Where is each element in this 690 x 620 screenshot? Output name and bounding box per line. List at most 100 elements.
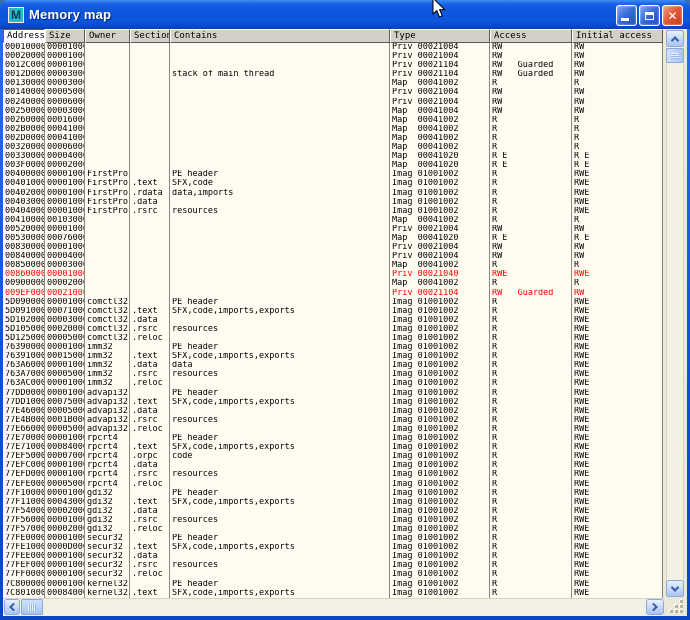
table-row[interactable]: 0090000000002000Map 00041002RR: [3, 279, 662, 288]
cell-address: 00400000: [3, 170, 45, 179]
cell-size: 00001000: [45, 61, 85, 70]
table-row[interactable]: 77EF500000007000rpcrt4.orpccodeImag 0100…: [3, 452, 662, 461]
table-row[interactable]: 0086000000001000Priv 00021040RWERWE: [3, 270, 662, 279]
column-header-contains[interactable]: Contains: [170, 29, 390, 43]
cell-section: .orpc: [130, 452, 170, 461]
cell-contains: PE header: [170, 389, 390, 398]
table-row[interactable]: 77DD100000075000advapi32.textSFX,code,im…: [3, 398, 662, 407]
column-header-type[interactable]: Type: [390, 29, 490, 43]
cell-address: 0012C000: [3, 61, 45, 70]
table-row[interactable]: 77E4600000005000advapi32.dataImag 010010…: [3, 407, 662, 416]
cell-section: [130, 161, 170, 170]
horizontal-scrollbar-track[interactable]: [3, 598, 664, 616]
vertical-scrollbar-track[interactable]: [666, 30, 684, 597]
scroll-up-button[interactable]: [666, 30, 684, 47]
table-row[interactable]: 0040400000001000FirstPro.rsrcresourcesIm…: [3, 207, 662, 216]
table-row[interactable]: 77FEE00000001000secur32.dataImag 0100100…: [3, 552, 662, 561]
close-button[interactable]: ✕: [662, 5, 683, 26]
table-row[interactable]: 0052000000001000Priv 00021004RWRW: [3, 225, 662, 234]
table-row[interactable]: 0024000000006000Priv 00021004RWRW: [3, 98, 662, 107]
cell-section: .data: [130, 461, 170, 470]
table-row[interactable]: 0084000000004000Priv 00021004RWRW: [3, 252, 662, 261]
cell-contains: [170, 79, 390, 88]
horizontal-scrollbar-thumb[interactable]: [21, 599, 43, 615]
cell-section: [130, 261, 170, 270]
table-row[interactable]: 5D09000000001000comctl32PE headerImag 01…: [3, 298, 662, 307]
minimize-button[interactable]: [616, 5, 637, 26]
table-row[interactable]: 763AC00000001000imm32.relocImag 01001002…: [3, 379, 662, 388]
table-row[interactable]: 0014000000005000Priv 00021004RWRW: [3, 88, 662, 97]
table-row[interactable]: 002B000000041000Map 00041002RR: [3, 125, 662, 134]
table-row[interactable]: 0013000000003000Map 00041002RR: [3, 79, 662, 88]
title-bar[interactable]: M Memory map ✕: [0, 0, 690, 29]
table-row[interactable]: 5D10200000003000comctl32.dataImag 010010…: [3, 316, 662, 325]
cell-owner: advapi32: [85, 389, 130, 398]
table-row[interactable]: 0026000000016000Map 00041002RR: [3, 116, 662, 125]
table-row[interactable]: 77F1100000043000gdi32.textSFX,code,impor…: [3, 498, 662, 507]
table-row[interactable]: 77EFC00000001000rpcrt4.dataImag 01001002…: [3, 461, 662, 470]
table-row[interactable]: 77FE10000000D000secur32.textSFX,code,imp…: [3, 543, 662, 552]
table-row[interactable]: 0040000000001000FirstProPE headerImag 01…: [3, 170, 662, 179]
table-row[interactable]: 77DD000000001000advapi32PE headerImag 01…: [3, 389, 662, 398]
table-row[interactable]: 7C80000000001000kernel32PE headerImag 01…: [3, 580, 662, 589]
table-row[interactable]: 0012C00000001000Priv 00021104RW GuardedR…: [3, 61, 662, 70]
table-row[interactable]: 0012D00000003000stack of main threadPriv…: [3, 70, 662, 79]
cell-type: Imag 01001002: [390, 179, 490, 188]
cell-section: [130, 70, 170, 79]
table-row[interactable]: 77FEF00000001000secur32.rsrcresourcesIma…: [3, 561, 662, 570]
cell-owner: imm32: [85, 361, 130, 370]
column-header-initial-access[interactable]: Initial access: [572, 29, 663, 43]
table-row[interactable]: 77EFD00000001000rpcrt4.rsrcresourcesImag…: [3, 470, 662, 479]
resize-grip[interactable]: [666, 598, 686, 616]
vertical-scrollbar-thumb[interactable]: [666, 48, 684, 63]
table-row[interactable]: 002D000000041000Map 00041002RR: [3, 134, 662, 143]
table-row[interactable]: 0032000000006000Map 00041002RR: [3, 143, 662, 152]
cell-access: R: [490, 116, 572, 125]
scroll-left-button[interactable]: [4, 599, 20, 615]
table-row[interactable]: 0083000000001000Priv 00021004RWRW: [3, 243, 662, 252]
table-row[interactable]: 0040100000001000FirstPro.textSFX,codeIma…: [3, 179, 662, 188]
table-row[interactable]: 0040300000001000FirstPro.dataImag 010010…: [3, 198, 662, 207]
cell-section: .rsrc: [130, 207, 170, 216]
table-row[interactable]: 7639000000001000imm32PE headerImag 01001…: [3, 343, 662, 352]
table-row[interactable]: 77FE000000001000secur32PE headerImag 010…: [3, 534, 662, 543]
table-row[interactable]: 763A700000005000imm32.rsrcresourcesImag …: [3, 370, 662, 379]
table-row[interactable]: 0053000000076000Map 00041020R ER E: [3, 234, 662, 243]
column-header-owner[interactable]: Owner: [85, 29, 130, 43]
column-header-size[interactable]: Size: [45, 29, 85, 43]
table-row[interactable]: 003F000000002000Map 00041020R ER E: [3, 161, 662, 170]
table-row[interactable]: 0085000000003000Map 00041002RR: [3, 261, 662, 270]
column-header-address[interactable]: Address: [3, 29, 45, 43]
minimize-icon: [621, 18, 629, 21]
table-row[interactable]: 0033000000004000Map 00041020R ER E: [3, 152, 662, 161]
cell-initial_access: RWE: [572, 298, 662, 307]
table-row[interactable]: 5D10500000020000comctl32.rsrcresourcesIm…: [3, 325, 662, 334]
table-row[interactable]: 0040200000001000FirstPro.rdatadata,impor…: [3, 189, 662, 198]
table-row[interactable]: 009EF00000021000Priv 00021104RW GuardedR…: [3, 289, 662, 298]
table-row[interactable]: 77FF000000001000secur32.relocImag 010010…: [3, 570, 662, 579]
table-row[interactable]: 77F5600000001000gdi32.rsrcresourcesImag …: [3, 516, 662, 525]
table-row[interactable]: 77E6600000005000advapi32.relocImag 01001…: [3, 425, 662, 434]
table-row[interactable]: 0025000000003000Map 00041004RWRW: [3, 107, 662, 116]
table-row[interactable]: 7C80100000084000kernel32.textSFX,code,im…: [3, 589, 662, 598]
scroll-right-button[interactable]: [646, 599, 664, 615]
cell-access: R: [490, 434, 572, 443]
table-row[interactable]: 77F5700000002000gdi32.relocImag 01001002…: [3, 525, 662, 534]
table-row[interactable]: 77EFE00000005000rpcrt4.relocImag 0100100…: [3, 480, 662, 489]
scroll-down-button[interactable]: [666, 580, 684, 597]
table-row[interactable]: 77E7100000084000rpcrt4.textSFX,code,impo…: [3, 443, 662, 452]
column-header-access[interactable]: Access: [490, 29, 572, 43]
table-row[interactable]: 77E4B0000001B000advapi32.rsrcresourcesIm…: [3, 416, 662, 425]
maximize-button[interactable]: [639, 5, 660, 26]
table-row[interactable]: 77F5400000002000gdi32.dataImag 01001002R…: [3, 507, 662, 516]
table-row[interactable]: 77E7000000001000rpcrt4PE headerImag 0100…: [3, 434, 662, 443]
table-row[interactable]: 7639100000015000imm32.textSFX,code,impor…: [3, 352, 662, 361]
column-header-section[interactable]: Section: [130, 29, 170, 43]
table-row[interactable]: 5D09100000071000comctl32.textSFX,code,im…: [3, 307, 662, 316]
table-row[interactable]: 0001000000001000Priv 00021004RWRW: [3, 43, 662, 52]
table-row[interactable]: 0002000000001000Priv 00021004RWRW: [3, 52, 662, 61]
table-row[interactable]: 0041000000103000Map 00041002RR: [3, 216, 662, 225]
table-row[interactable]: 763A600000001000imm32.datadataImag 01001…: [3, 361, 662, 370]
table-row[interactable]: 5D12500000005000comctl32.relocImag 01001…: [3, 334, 662, 343]
table-row[interactable]: 77F1000000001000gdi32PE headerImag 01001…: [3, 489, 662, 498]
